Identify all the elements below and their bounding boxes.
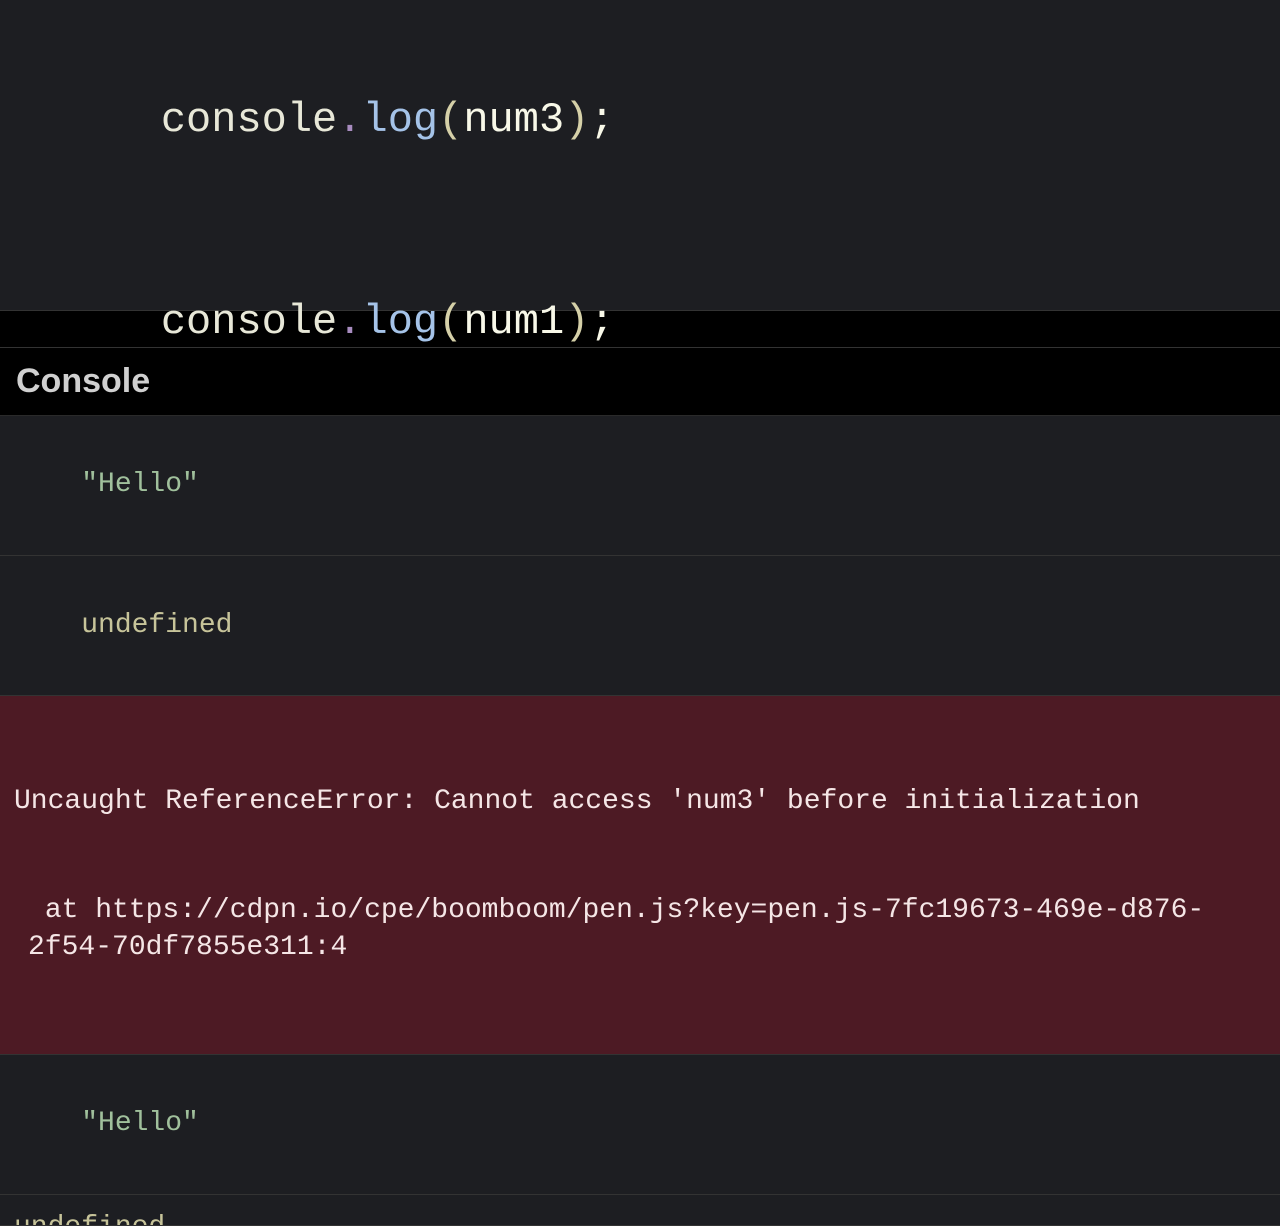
console-title: Console: [16, 362, 150, 400]
code-token-paren: (: [438, 298, 463, 346]
code-token-dot: .: [337, 96, 362, 144]
code-editor[interactable]: console.log(num3); console.log(num1);: [0, 0, 1280, 310]
code-token-identifier: console: [161, 96, 337, 144]
code-token-paren: ): [564, 298, 589, 346]
console-error-message: Uncaught ReferenceError: Cannot access '…: [14, 784, 1266, 820]
code-line[interactable]: console.log(num3);: [60, 20, 1220, 222]
code-token-semicolon: ;: [589, 298, 614, 346]
console-log-entry: "Hello": [0, 1055, 1280, 1195]
console-output[interactable]: "Hello" undefined Uncaught ReferenceErro…: [0, 416, 1280, 1226]
code-token-identifier: console: [161, 298, 337, 346]
console-log-entry: "Hello": [0, 416, 1280, 556]
console-undefined-value: undefined: [81, 610, 232, 641]
code-token-argument: num1: [463, 298, 564, 346]
code-token-method: log: [362, 96, 438, 144]
code-token-dot: .: [337, 298, 362, 346]
console-error-entry: Uncaught ReferenceError: Cannot access '…: [0, 696, 1280, 1055]
code-token-paren: (: [438, 96, 463, 144]
console-undefined-value: undefined: [14, 1210, 165, 1226]
code-token-paren: ): [564, 96, 589, 144]
console-string-value: "Hello": [81, 469, 199, 500]
console-panel-header[interactable]: Console: [0, 348, 1280, 416]
console-log-entry: undefined: [0, 556, 1280, 696]
code-token-method: log: [362, 298, 438, 346]
console-string-value: "Hello": [81, 1108, 199, 1139]
code-token-argument: num3: [463, 96, 564, 144]
console-log-entry: undefined: [0, 1195, 1280, 1226]
console-error-stack: at https://cdpn.io/cpe/boomboom/pen.js?k…: [14, 893, 1266, 966]
code-token-semicolon: ;: [589, 96, 614, 144]
